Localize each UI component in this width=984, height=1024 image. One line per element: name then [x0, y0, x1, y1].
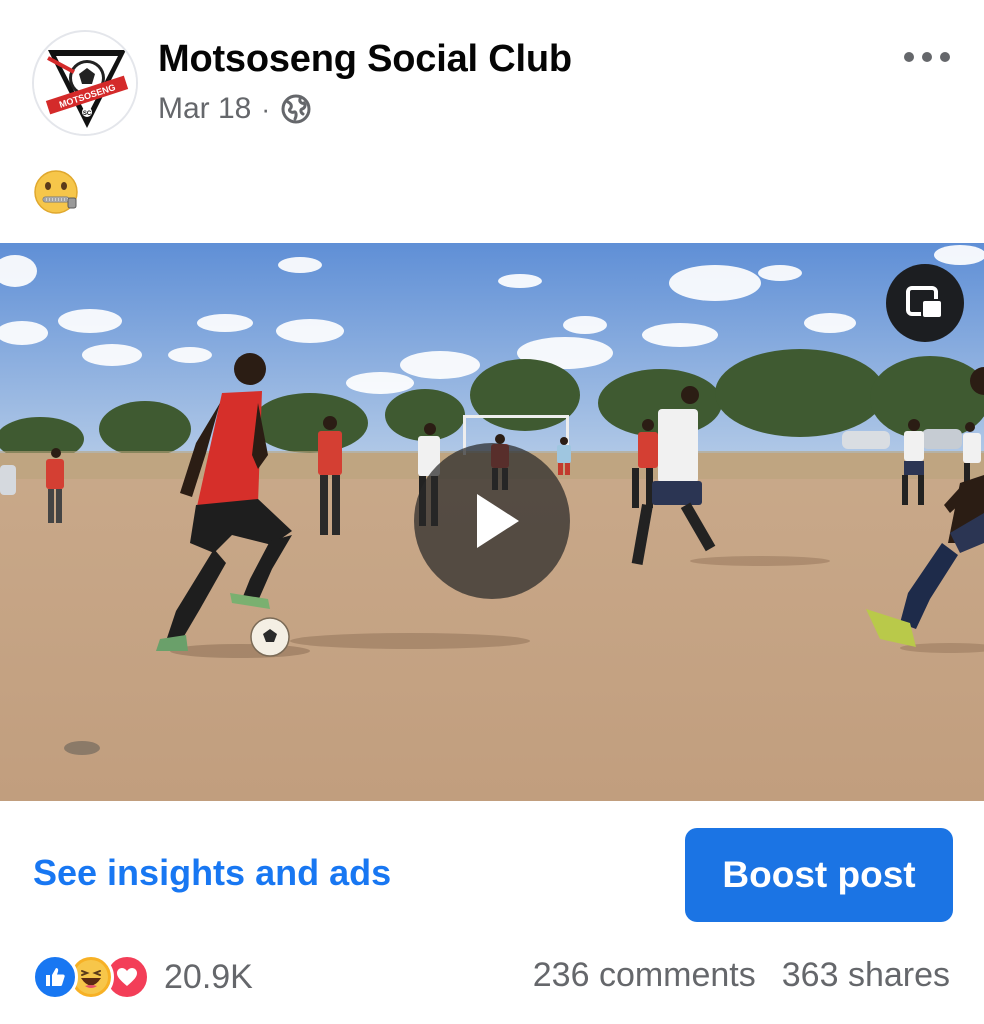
comments-count[interactable]: 236 comments — [533, 956, 756, 995]
globe-icon[interactable] — [280, 93, 312, 125]
picture-in-picture-icon — [906, 286, 943, 319]
logo-subtext: SC — [83, 111, 92, 117]
like-icon — [32, 954, 78, 1000]
post-meta: Mar 18 · — [158, 92, 312, 126]
meta-separator: · — [261, 93, 271, 124]
picture-in-picture-button[interactable] — [886, 264, 964, 342]
engagement-stats: 236 comments 363 shares — [533, 956, 950, 995]
reactions-summary[interactable]: 20.9K — [32, 954, 253, 1000]
shares-count[interactable]: 363 shares — [782, 956, 950, 995]
see-insights-link[interactable]: See insights and ads — [33, 852, 391, 894]
zipper-mouth-emoji — [34, 170, 78, 214]
boost-post-button[interactable]: Boost post — [685, 828, 953, 922]
play-button[interactable] — [414, 443, 570, 599]
play-icon — [477, 494, 519, 548]
page-avatar[interactable]: MOTSOSENG SC — [32, 30, 138, 136]
more-options-icon[interactable] — [904, 42, 950, 72]
post-date[interactable]: Mar 18 — [158, 92, 251, 126]
page-name[interactable]: Motsoseng Social Club — [158, 38, 572, 81]
club-logo-icon: MOTSOSENG SC — [34, 32, 136, 134]
video-player[interactable] — [0, 243, 984, 801]
facebook-post: MOTSOSENG SC Motsoseng Social Club Mar 1… — [0, 0, 984, 1024]
reaction-count: 20.9K — [164, 957, 253, 996]
